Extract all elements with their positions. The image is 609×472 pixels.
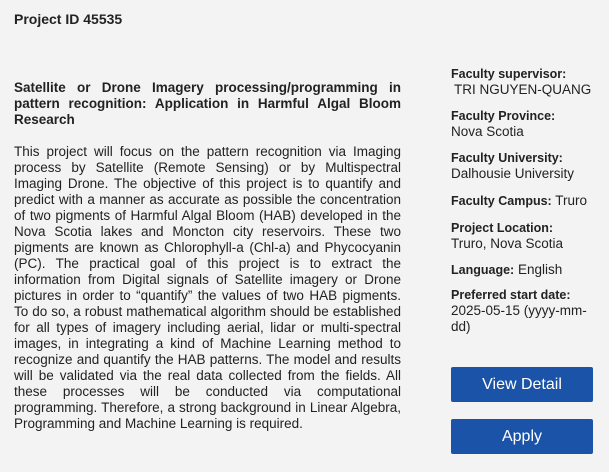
faculty-university-value: Dalhousie University bbox=[451, 166, 575, 181]
language-field: Language: English bbox=[451, 262, 596, 278]
faculty-university-field: Faculty University: Dalhousie University bbox=[451, 150, 596, 182]
faculty-supervisor-value: TRI NGUYEN-QUANG bbox=[454, 82, 592, 97]
language-label: Language: bbox=[451, 263, 515, 277]
preferred-start-date-label: Preferred start date: bbox=[451, 288, 571, 302]
project-card: Project ID 45535 Satellite or Drone Imag… bbox=[0, 0, 609, 472]
project-location-field: Project Location: Truro, Nova Scotia bbox=[451, 220, 596, 252]
faculty-campus-value: Truro bbox=[555, 193, 587, 208]
faculty-province-value: Nova Scotia bbox=[451, 124, 524, 139]
project-details-sidebar: Faculty supervisor: TRI NGUYEN-QUANG Fac… bbox=[451, 66, 596, 335]
faculty-campus-label: Faculty Campus: bbox=[451, 194, 552, 208]
faculty-campus-field: Faculty Campus: Truro bbox=[451, 193, 596, 209]
faculty-province-field: Faculty Province: Nova Scotia bbox=[451, 108, 596, 140]
project-description: This project will focus on the pattern r… bbox=[14, 144, 401, 431]
faculty-supervisor-label: Faculty supervisor: bbox=[451, 67, 567, 81]
view-detail-button[interactable]: View Detail bbox=[451, 367, 593, 402]
faculty-province-label: Faculty Province: bbox=[451, 109, 556, 123]
project-title: Satellite or Drone Imagery processing/pr… bbox=[14, 80, 401, 127]
project-id: Project ID 45535 bbox=[14, 11, 123, 27]
preferred-start-date-field: Preferred start date: 2025-05-15 (yyyy-m… bbox=[451, 287, 596, 335]
language-value: English bbox=[517, 262, 563, 277]
faculty-university-label: Faculty University: bbox=[451, 151, 563, 165]
project-main: Satellite or Drone Imagery processing/pr… bbox=[14, 80, 401, 432]
project-location-value: Truro, Nova Scotia bbox=[451, 236, 564, 251]
faculty-supervisor-field: Faculty supervisor: TRI NGUYEN-QUANG bbox=[451, 66, 596, 98]
apply-button[interactable]: Apply bbox=[451, 419, 593, 454]
preferred-start-date-value: 2025-05-15 (yyyy-mm-dd) bbox=[451, 303, 587, 334]
project-location-label: Project Location: bbox=[451, 221, 554, 235]
